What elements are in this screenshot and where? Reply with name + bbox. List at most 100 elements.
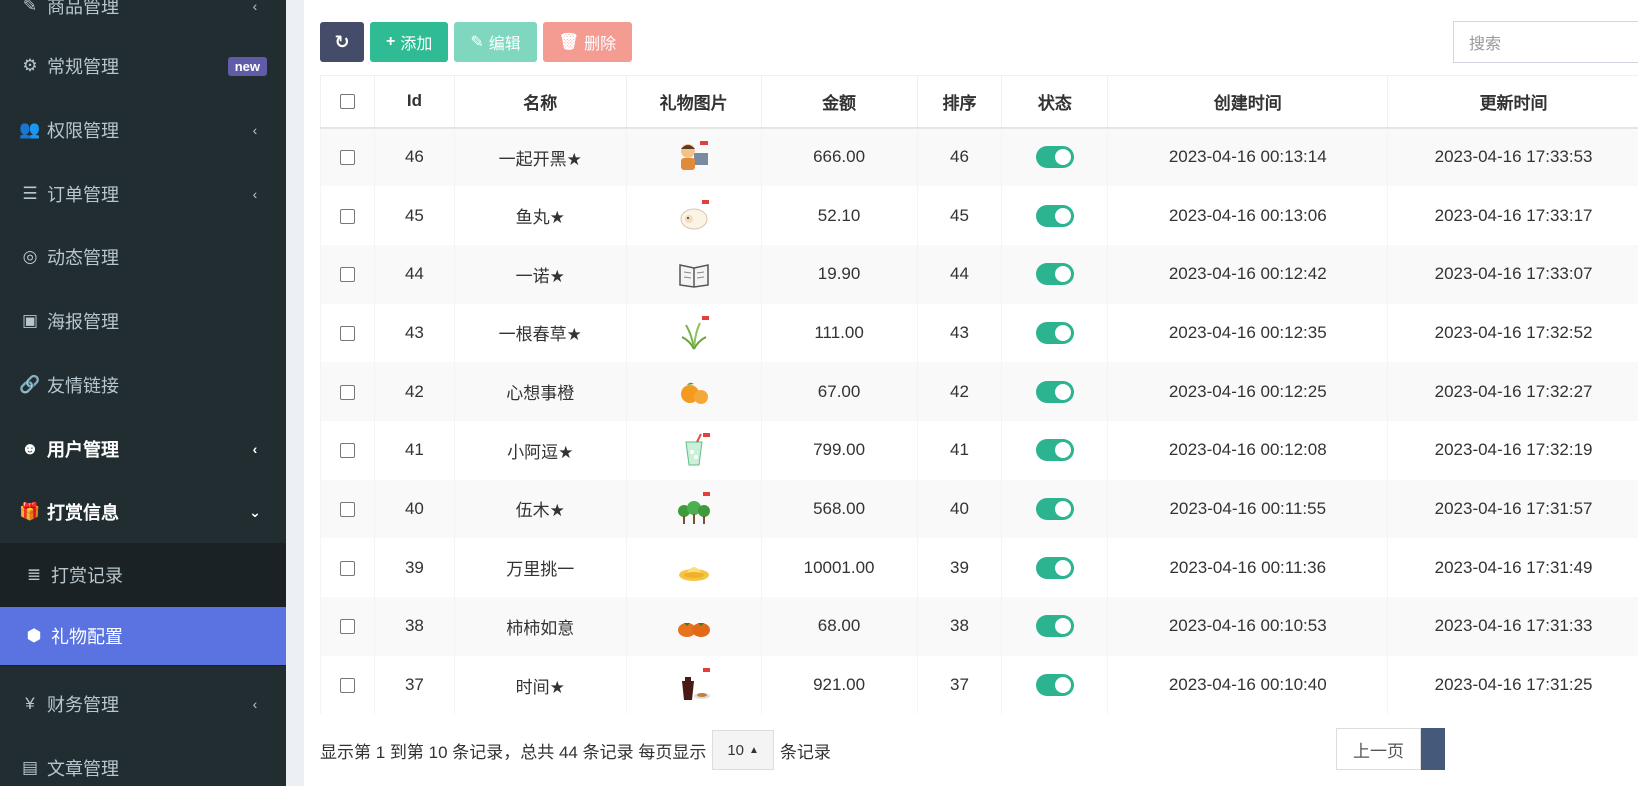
table-row[interactable]: 40 伍木★ 568.00 40 2023-04-16 00:11:55 202…	[320, 479, 1638, 539]
cell-name: 心想事橙	[453, 362, 627, 421]
column-header-created[interactable]: 创建时间	[1107, 75, 1389, 129]
cell-amount: 52.10	[760, 186, 918, 245]
table-row[interactable]: 43 一根春草★ 111.00 43 2023-04-16 00:12:35 2…	[320, 303, 1638, 363]
chevron-down-icon: ⌄	[249, 503, 261, 520]
status-toggle[interactable]	[1035, 321, 1074, 344]
trees-icon	[676, 491, 712, 527]
sidebar-item-gift-config[interactable]: ⬢ 礼物配置	[0, 607, 286, 665]
row-checkbox[interactable]	[339, 208, 355, 224]
sidebar-item-feeds[interactable]: ◎ 动态管理	[0, 226, 286, 288]
sidebar-item-reward-records[interactable]: ≣ 打赏记录	[0, 544, 286, 606]
delete-button[interactable]: 🗑 删除	[542, 22, 633, 62]
sidebar-item-orders[interactable]: ☰ 订单管理 ‹	[0, 163, 286, 225]
row-checkbox[interactable]	[339, 619, 355, 635]
row-checkbox[interactable]	[339, 325, 355, 341]
table-row[interactable]: 41 小阿逗★ 799.00 41 2023-04-16 00:12:08 20…	[320, 420, 1638, 480]
status-toggle[interactable]	[1035, 439, 1074, 462]
orange-icon	[676, 374, 712, 410]
status-toggle[interactable]	[1035, 615, 1074, 638]
table-row[interactable]: 37 时间★ 921.00 37 2023-04-16 00:10:40 202…	[320, 655, 1638, 715]
row-checkbox[interactable]	[339, 560, 355, 576]
status-toggle[interactable]	[1035, 146, 1074, 169]
document-icon: ▤	[21, 758, 39, 777]
book-icon	[676, 256, 712, 292]
sidebar-item-posters[interactable]: ▣ 海报管理	[0, 290, 286, 352]
cell-sort: 46	[916, 127, 1003, 187]
sidebar-item-general[interactable]: ⚙ 常规管理 new	[0, 35, 286, 97]
row-checkbox[interactable]	[339, 678, 355, 694]
prev-page-button[interactable]: 上一页	[1336, 728, 1421, 770]
sidebar-item-products[interactable]: ✎ 商品管理 ‹	[0, 0, 286, 37]
cell-name: 万里挑一	[453, 538, 627, 597]
refresh-button[interactable]: ↻	[320, 22, 364, 62]
status-toggle[interactable]	[1035, 556, 1074, 579]
gold-ingot-icon	[676, 550, 712, 586]
table-row[interactable]: 42 心想事橙 67.00 42 2023-04-16 00:12:25 202…	[320, 362, 1638, 421]
sidebar-item-users[interactable]: ☻ 用户管理 ‹	[0, 418, 286, 480]
cell-created: 2023-04-16 00:12:08	[1107, 420, 1389, 480]
chevron-left-icon: ‹	[252, 186, 258, 202]
sidebar-item-links[interactable]: 🔗 友情链接	[0, 354, 286, 416]
page-1-button[interactable]	[1421, 728, 1445, 770]
status-toggle[interactable]	[1035, 263, 1074, 286]
sidebar-item-label: 文章管理	[47, 759, 119, 779]
list-icon: ☰	[22, 184, 38, 203]
sidebar-item-label: 动态管理	[47, 248, 119, 268]
gift-icon: 🎁	[19, 502, 41, 521]
sidebar-item-label: 权限管理	[47, 121, 119, 141]
cell-id: 45	[373, 186, 455, 245]
status-toggle[interactable]	[1035, 497, 1074, 520]
gamer-icon	[676, 139, 712, 175]
record-summary: 显示第 1 到第 10 条记录，总共 44 条记录 每页显示	[320, 742, 707, 762]
table-row[interactable]: 44 一诺★ 19.90 44 2023-04-16 00:12:42 2023…	[320, 244, 1638, 304]
table-row[interactable]: 39 万里挑一 10001.00 39 2023-04-16 00:11:36 …	[320, 538, 1638, 597]
add-button[interactable]: + 添加	[370, 22, 449, 62]
sidebar-item-label: 财务管理	[47, 695, 119, 715]
bars-icon: ≣	[26, 565, 42, 584]
pagination-info: 显示第 1 到第 10 条记录，总共 44 条记录 每页显示 10 ▲ 条记录	[320, 728, 831, 772]
cell-amount: 68.00	[760, 597, 918, 656]
column-header-updated[interactable]: 更新时间	[1387, 75, 1638, 129]
sidebar-item-rewards[interactable]: 🎁 打赏信息 ⌄	[0, 481, 286, 543]
search-input[interactable]: 搜索	[1453, 21, 1638, 63]
row-checkbox[interactable]	[339, 150, 355, 166]
cell-amount: 799.00	[760, 420, 918, 480]
column-header-image[interactable]: 礼物图片	[625, 75, 762, 129]
row-checkbox[interactable]	[339, 384, 355, 400]
edit-button[interactable]: ✎ 编辑	[454, 22, 537, 62]
row-checkbox[interactable]	[339, 443, 355, 459]
sidebar-item-articles[interactable]: ▤ 文章管理	[0, 737, 286, 786]
column-header-name[interactable]: 名称	[453, 75, 627, 129]
yen-icon: ¥	[25, 694, 35, 713]
cell-amount: 67.00	[760, 362, 918, 421]
table-row[interactable]: 38 柿柿如意 68.00 38 2023-04-16 00:10:53 202…	[320, 597, 1638, 656]
column-header-sort[interactable]: 排序	[916, 75, 1003, 129]
cell-created: 2023-04-16 00:10:40	[1107, 655, 1389, 715]
table-row[interactable]: 45 鱼丸★ 52.10 45 2023-04-16 00:13:06 2023…	[320, 186, 1638, 245]
table-row[interactable]: 46 一起开黑★ 666.00 46 2023-04-16 00:13:14 2…	[320, 127, 1638, 187]
status-toggle[interactable]	[1035, 380, 1074, 403]
cell-sort: 45	[916, 186, 1003, 245]
sidebar-item-label: 海报管理	[47, 312, 119, 332]
cell-created: 2023-04-16 00:12:35	[1107, 303, 1389, 363]
page-size-select[interactable]: 10 ▲	[712, 730, 774, 770]
status-toggle[interactable]	[1035, 674, 1074, 697]
sidebar-item-label: 礼物配置	[51, 627, 123, 647]
status-toggle[interactable]	[1035, 204, 1074, 227]
sidebar-item-finance[interactable]: ¥ 财务管理 ‹	[0, 673, 286, 735]
cell-id: 44	[373, 244, 455, 304]
cell-created: 2023-04-16 00:13:14	[1107, 127, 1389, 187]
edit-icon: ✎	[22, 0, 38, 15]
cell-id: 38	[373, 597, 455, 656]
row-checkbox[interactable]	[339, 501, 355, 517]
cell-updated: 2023-04-16 17:32:52	[1387, 303, 1638, 363]
select-all-checkbox[interactable]	[339, 94, 355, 110]
sidebar-item-permissions[interactable]: 👥 权限管理 ‹	[0, 99, 286, 161]
cell-sort: 43	[916, 303, 1003, 363]
cell-id: 39	[373, 538, 455, 597]
column-header-amount[interactable]: 金额	[760, 75, 918, 129]
column-header-status[interactable]: 状态	[1001, 75, 1109, 129]
column-header-id[interactable]: Id	[373, 75, 455, 129]
row-checkbox[interactable]	[339, 267, 355, 283]
cell-name: 一诺★	[453, 244, 627, 304]
